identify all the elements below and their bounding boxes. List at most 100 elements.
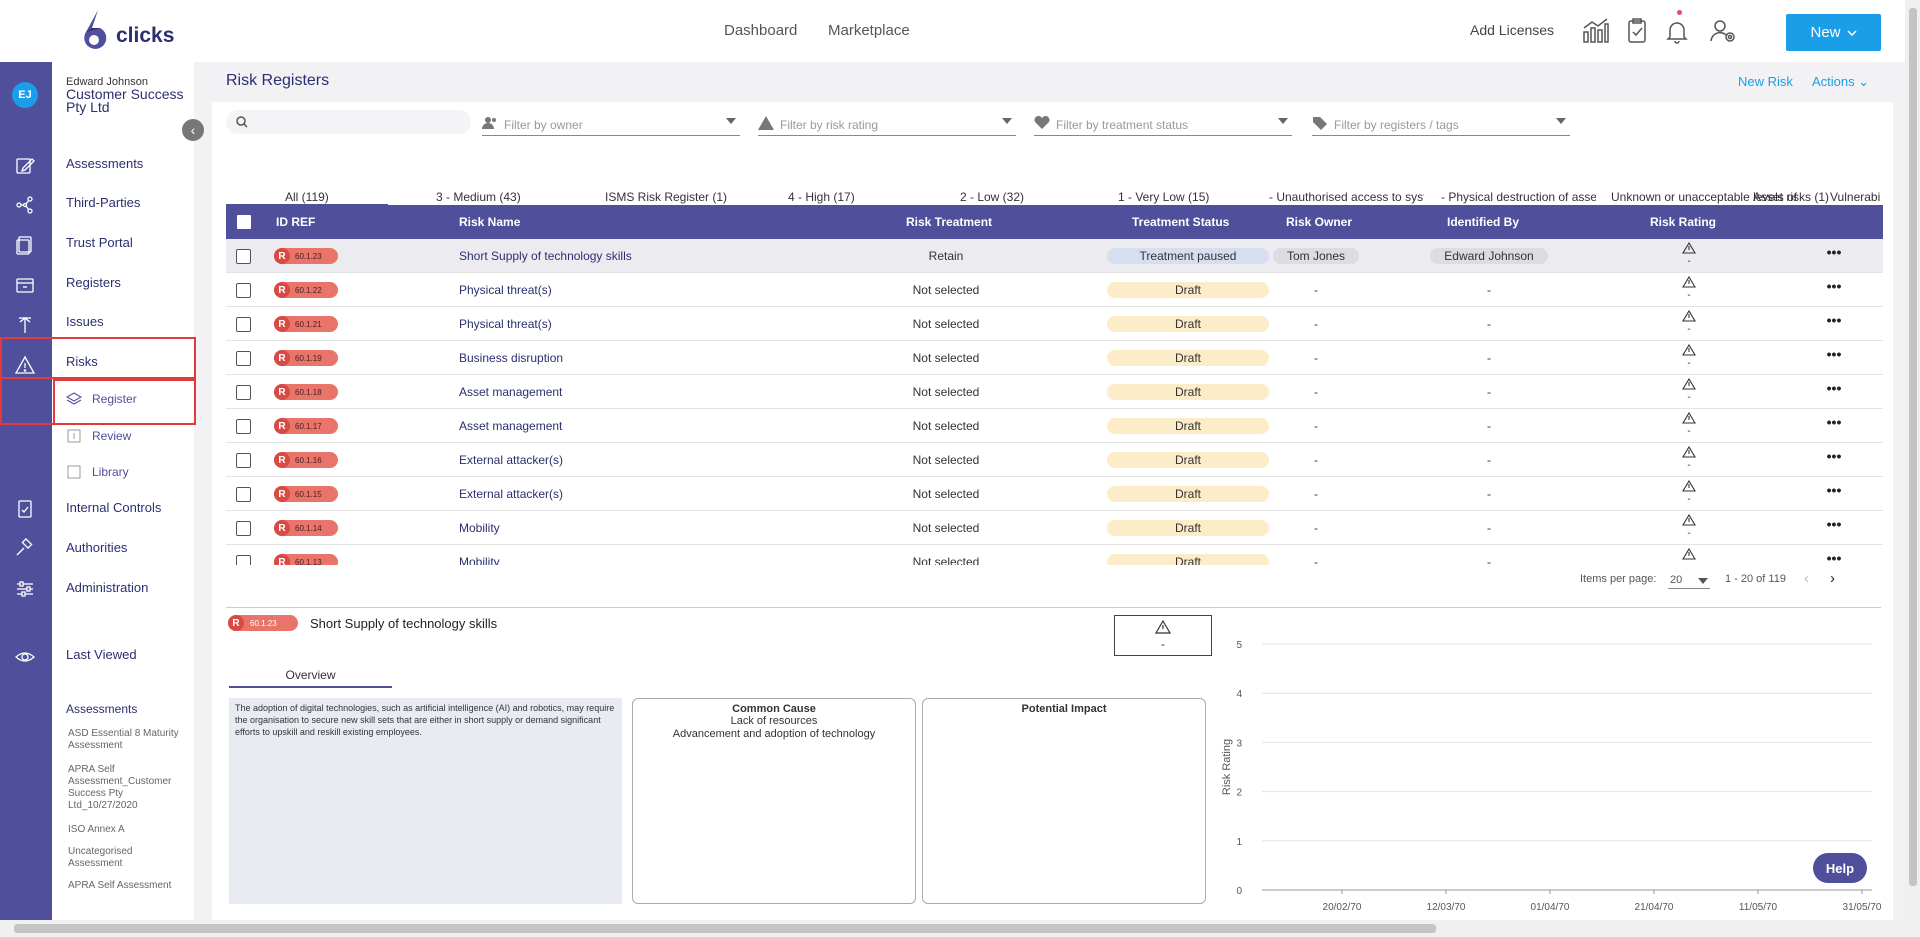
last-viewed-heading[interactable]: Last Viewed — [66, 647, 137, 662]
row-checkbox[interactable] — [236, 453, 251, 468]
more-options-icon[interactable]: ••• — [1824, 483, 1844, 501]
sidebar-item-assessments[interactable]: Assessments — [66, 156, 143, 171]
help-button[interactable]: Help — [1813, 853, 1867, 883]
edit-icon[interactable] — [14, 154, 36, 176]
risk-name-link[interactable]: Asset management — [459, 419, 562, 433]
logo[interactable]: clicks — [78, 8, 188, 56]
sidebar-item-administration[interactable]: Administration — [66, 580, 148, 595]
last-viewed-item[interactable]: ASD Essential 8 Maturity Assessment — [68, 728, 188, 752]
prev-page-icon[interactable]: ‹ — [1804, 570, 1809, 587]
table-row[interactable]: R 60.1.23 Short Supply of technology skill… — [226, 239, 1883, 273]
nav-dashboard[interactable]: Dashboard — [724, 22, 797, 39]
tab-low[interactable]: 2 - Low (32) — [960, 190, 1024, 204]
sidebar-item-third-parties[interactable]: Third-Parties — [66, 195, 140, 210]
register-box-icon[interactable] — [14, 274, 36, 296]
tab-physical[interactable]: - Physical destruction of asset — [1441, 190, 1596, 204]
add-licenses-link[interactable]: Add Licenses — [1470, 22, 1554, 38]
table-row[interactable]: R 60.1.21 Physical threat(s) Not selected Dr… — [226, 307, 1883, 341]
row-checkbox[interactable] — [236, 419, 251, 434]
last-viewed-item[interactable]: APRA Self Assessment_Customer Success Pt… — [68, 764, 188, 812]
user-settings-icon[interactable] — [1708, 16, 1738, 46]
risk-name-link[interactable]: External attacker(s) — [459, 453, 563, 467]
more-options-icon[interactable]: ••• — [1824, 347, 1844, 365]
vertical-scrollbar[interactable] — [1905, 0, 1920, 937]
sidebar-sub-library[interactable]: Library — [67, 465, 129, 479]
new-button[interactable]: New — [1786, 14, 1881, 51]
row-checkbox[interactable] — [236, 249, 251, 264]
row-checkbox[interactable] — [236, 487, 251, 502]
col-id-ref[interactable]: ID REF — [276, 215, 315, 229]
tab-very-low[interactable]: 1 - Very Low (15) — [1118, 190, 1209, 204]
new-risk-link[interactable]: New Risk — [1738, 74, 1793, 89]
chart-icon[interactable] — [1580, 16, 1610, 46]
tab-unauthorised[interactable]: - Unauthorised access to syste — [1269, 190, 1424, 204]
network-icon[interactable] — [14, 194, 36, 216]
more-options-icon[interactable]: ••• — [1824, 415, 1844, 433]
row-checkbox[interactable] — [236, 385, 251, 400]
table-row[interactable]: R 60.1.14 Mobility Not selected Draft - - - ••• — [226, 511, 1883, 545]
last-viewed-item[interactable]: Uncategorised Assessment — [68, 846, 188, 870]
scroll-thumb[interactable] — [1909, 8, 1917, 886]
collapse-sidebar-button[interactable]: ‹ — [182, 119, 204, 141]
tab-asset-risks[interactable]: Asset risks (1) — [1753, 190, 1829, 204]
tab-overview[interactable]: Overview — [229, 666, 392, 688]
table-row[interactable]: R 60.1.16 External attacker(s) Not selected… — [226, 443, 1883, 477]
owner-filter[interactable]: Filter by owner — [482, 110, 740, 136]
col-risk-rating[interactable]: Risk Rating — [1650, 215, 1716, 229]
more-options-icon[interactable]: ••• — [1824, 449, 1844, 467]
sidebar-item-trust-portal[interactable]: Trust Portal — [66, 235, 133, 250]
more-options-icon[interactable]: ••• — [1824, 517, 1844, 535]
more-options-icon[interactable]: ••• — [1824, 313, 1844, 331]
tab-vulnerabilities[interactable]: Vulnerabilities a — [1830, 190, 1881, 204]
controls-doc-icon[interactable] — [14, 498, 36, 520]
sliders-icon[interactable] — [14, 578, 36, 600]
sidebar-item-authorities[interactable]: Authorities — [66, 540, 127, 555]
table-row[interactable]: R 60.1.18 Asset management Not selected Draf… — [226, 375, 1883, 409]
search-input[interactable] — [226, 110, 471, 134]
tab-all[interactable]: All (119) — [285, 190, 329, 204]
last-viewed-item[interactable]: ISO Annex A — [68, 824, 188, 836]
documents-icon[interactable] — [14, 234, 36, 256]
risk-name-link[interactable]: Mobility — [459, 555, 500, 565]
risk-name-link[interactable]: External attacker(s) — [459, 487, 563, 501]
issues-icon[interactable] — [14, 314, 36, 336]
clipboard-check-icon[interactable] — [1622, 16, 1652, 46]
scroll-thumb[interactable] — [14, 924, 1436, 933]
sidebar-item-issues[interactable]: Issues — [66, 314, 104, 329]
horizontal-scrollbar[interactable] — [0, 920, 1905, 937]
sidebar-sub-review[interactable]: Review — [67, 429, 131, 443]
actions-menu[interactable]: Actions ⌄ — [1812, 74, 1869, 90]
nav-marketplace[interactable]: Marketplace — [828, 22, 910, 39]
row-checkbox[interactable] — [236, 351, 251, 366]
select-all-checkbox[interactable] — [237, 215, 251, 229]
sidebar-item-registers[interactable]: Registers — [66, 275, 121, 290]
treatment-filter[interactable]: Filter by treatment status — [1034, 110, 1292, 136]
items-per-page-select[interactable]: 20 — [1668, 571, 1710, 589]
rating-filter[interactable]: Filter by risk rating — [758, 110, 1016, 136]
risk-name-link[interactable]: Physical threat(s) — [459, 283, 552, 297]
risk-name-link[interactable]: Physical threat(s) — [459, 317, 552, 331]
col-risk-treatment[interactable]: Risk Treatment — [906, 215, 992, 229]
sidebar-item-internal-controls[interactable]: Internal Controls — [66, 500, 161, 515]
more-options-icon[interactable]: ••• — [1824, 381, 1844, 399]
table-row[interactable]: R 60.1.17 Asset management Not selected Draf… — [226, 409, 1883, 443]
tags-filter[interactable]: Filter by registers / tags — [1312, 110, 1570, 136]
table-row[interactable]: R 60.1.15 External attacker(s) Not selected… — [226, 477, 1883, 511]
table-row[interactable]: R60.1.13MobilityNot selectedDraft---••• — [226, 545, 1883, 565]
more-options-icon[interactable]: ••• — [1824, 245, 1844, 263]
avatar[interactable]: EJ — [12, 82, 38, 108]
table-row[interactable]: R 60.1.19 Business disruption Not selected D… — [226, 341, 1883, 375]
tab-high[interactable]: 4 - High (17) — [788, 190, 855, 204]
col-risk-name[interactable]: Risk Name — [459, 215, 520, 229]
gavel-icon[interactable] — [14, 538, 36, 560]
row-checkbox[interactable] — [236, 317, 251, 332]
eye-icon[interactable] — [14, 646, 36, 668]
row-checkbox[interactable] — [236, 283, 251, 298]
risk-name-link[interactable]: Short Supply of technology skills — [459, 249, 632, 263]
last-viewed-item[interactable]: APRA Self Assessment — [68, 880, 188, 892]
tab-medium[interactable]: 3 - Medium (43) — [436, 190, 521, 204]
col-risk-owner[interactable]: Risk Owner — [1286, 215, 1352, 229]
bell-icon[interactable] — [1662, 16, 1692, 46]
risk-name-link[interactable]: Asset management — [459, 385, 562, 399]
row-checkbox[interactable] — [236, 521, 251, 536]
